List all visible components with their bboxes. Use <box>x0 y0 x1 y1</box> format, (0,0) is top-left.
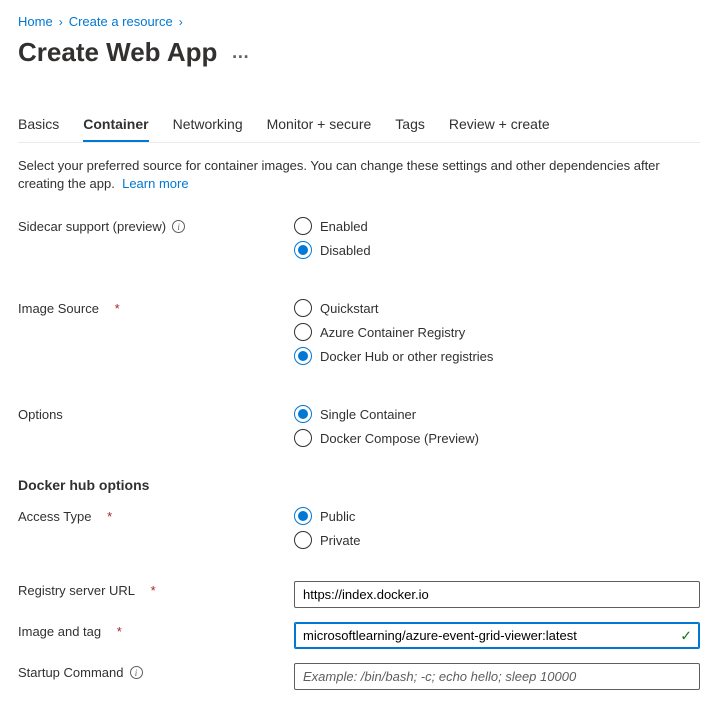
radio-icon <box>294 217 312 235</box>
learn-more-link[interactable]: Learn more <box>122 176 188 191</box>
access-type-private-option[interactable]: Private <box>294 531 700 549</box>
image-source-label: Image Source * <box>18 299 294 316</box>
options-compose-option[interactable]: Docker Compose (Preview) <box>294 429 700 447</box>
tab-review[interactable]: Review + create <box>449 108 550 142</box>
radio-label: Azure Container Registry <box>320 325 465 340</box>
tab-monitor[interactable]: Monitor + secure <box>267 108 372 142</box>
radio-icon <box>294 405 312 423</box>
image-source-quickstart-option[interactable]: Quickstart <box>294 299 700 317</box>
more-actions-button[interactable]: … <box>231 42 250 63</box>
radio-label: Private <box>320 533 360 548</box>
sidecar-label: Sidecar support (preview) i <box>18 217 294 234</box>
chevron-right-icon: › <box>59 15 63 29</box>
radio-icon <box>294 323 312 341</box>
radio-label: Disabled <box>320 243 371 258</box>
radio-icon <box>294 429 312 447</box>
breadcrumb-create-resource[interactable]: Create a resource <box>69 14 173 29</box>
breadcrumb-home[interactable]: Home <box>18 14 53 29</box>
image-tag-label: Image and tag * <box>18 622 294 639</box>
breadcrumb: Home › Create a resource › <box>18 14 700 29</box>
sidecar-radio-group: Enabled Disabled <box>294 217 700 259</box>
tab-networking[interactable]: Networking <box>173 108 243 142</box>
page-title: Create Web App … <box>18 37 700 68</box>
radio-label: Quickstart <box>320 301 379 316</box>
image-source-radio-group: Quickstart Azure Container Registry Dock… <box>294 299 700 365</box>
info-icon[interactable]: i <box>130 666 143 679</box>
tab-basics[interactable]: Basics <box>18 108 59 142</box>
tab-container[interactable]: Container <box>83 108 148 142</box>
sidecar-disabled-option[interactable]: Disabled <box>294 241 700 259</box>
options-label: Options <box>18 405 294 422</box>
description: Select your preferred source for contain… <box>18 157 700 193</box>
options-radio-group: Single Container Docker Compose (Preview… <box>294 405 700 447</box>
description-text: Select your preferred source for contain… <box>18 158 660 191</box>
startup-command-input[interactable] <box>294 663 700 690</box>
checkmark-icon: ✓ <box>680 627 692 644</box>
options-single-option[interactable]: Single Container <box>294 405 700 423</box>
tabs: Basics Container Networking Monitor + se… <box>18 108 700 143</box>
docker-hub-heading: Docker hub options <box>18 477 700 493</box>
radio-label: Enabled <box>320 219 368 234</box>
info-icon[interactable]: i <box>172 220 185 233</box>
access-type-public-option[interactable]: Public <box>294 507 700 525</box>
access-type-radio-group: Public Private <box>294 507 700 549</box>
radio-icon <box>294 347 312 365</box>
sidecar-enabled-option[interactable]: Enabled <box>294 217 700 235</box>
radio-icon <box>294 299 312 317</box>
image-source-dockerhub-option[interactable]: Docker Hub or other registries <box>294 347 700 365</box>
page-title-text: Create Web App <box>18 37 217 68</box>
radio-label: Single Container <box>320 407 416 422</box>
radio-label: Docker Hub or other registries <box>320 349 493 364</box>
tab-tags[interactable]: Tags <box>395 108 425 142</box>
image-tag-input[interactable] <box>294 622 700 649</box>
radio-icon <box>294 531 312 549</box>
chevron-right-icon: › <box>179 15 183 29</box>
image-source-acr-option[interactable]: Azure Container Registry <box>294 323 700 341</box>
registry-url-input[interactable] <box>294 581 700 608</box>
access-type-label: Access Type * <box>18 507 294 524</box>
radio-label: Docker Compose (Preview) <box>320 431 479 446</box>
radio-icon <box>294 507 312 525</box>
radio-icon <box>294 241 312 259</box>
radio-label: Public <box>320 509 355 524</box>
registry-url-label: Registry server URL * <box>18 581 294 598</box>
startup-command-label: Startup Command i <box>18 663 294 680</box>
